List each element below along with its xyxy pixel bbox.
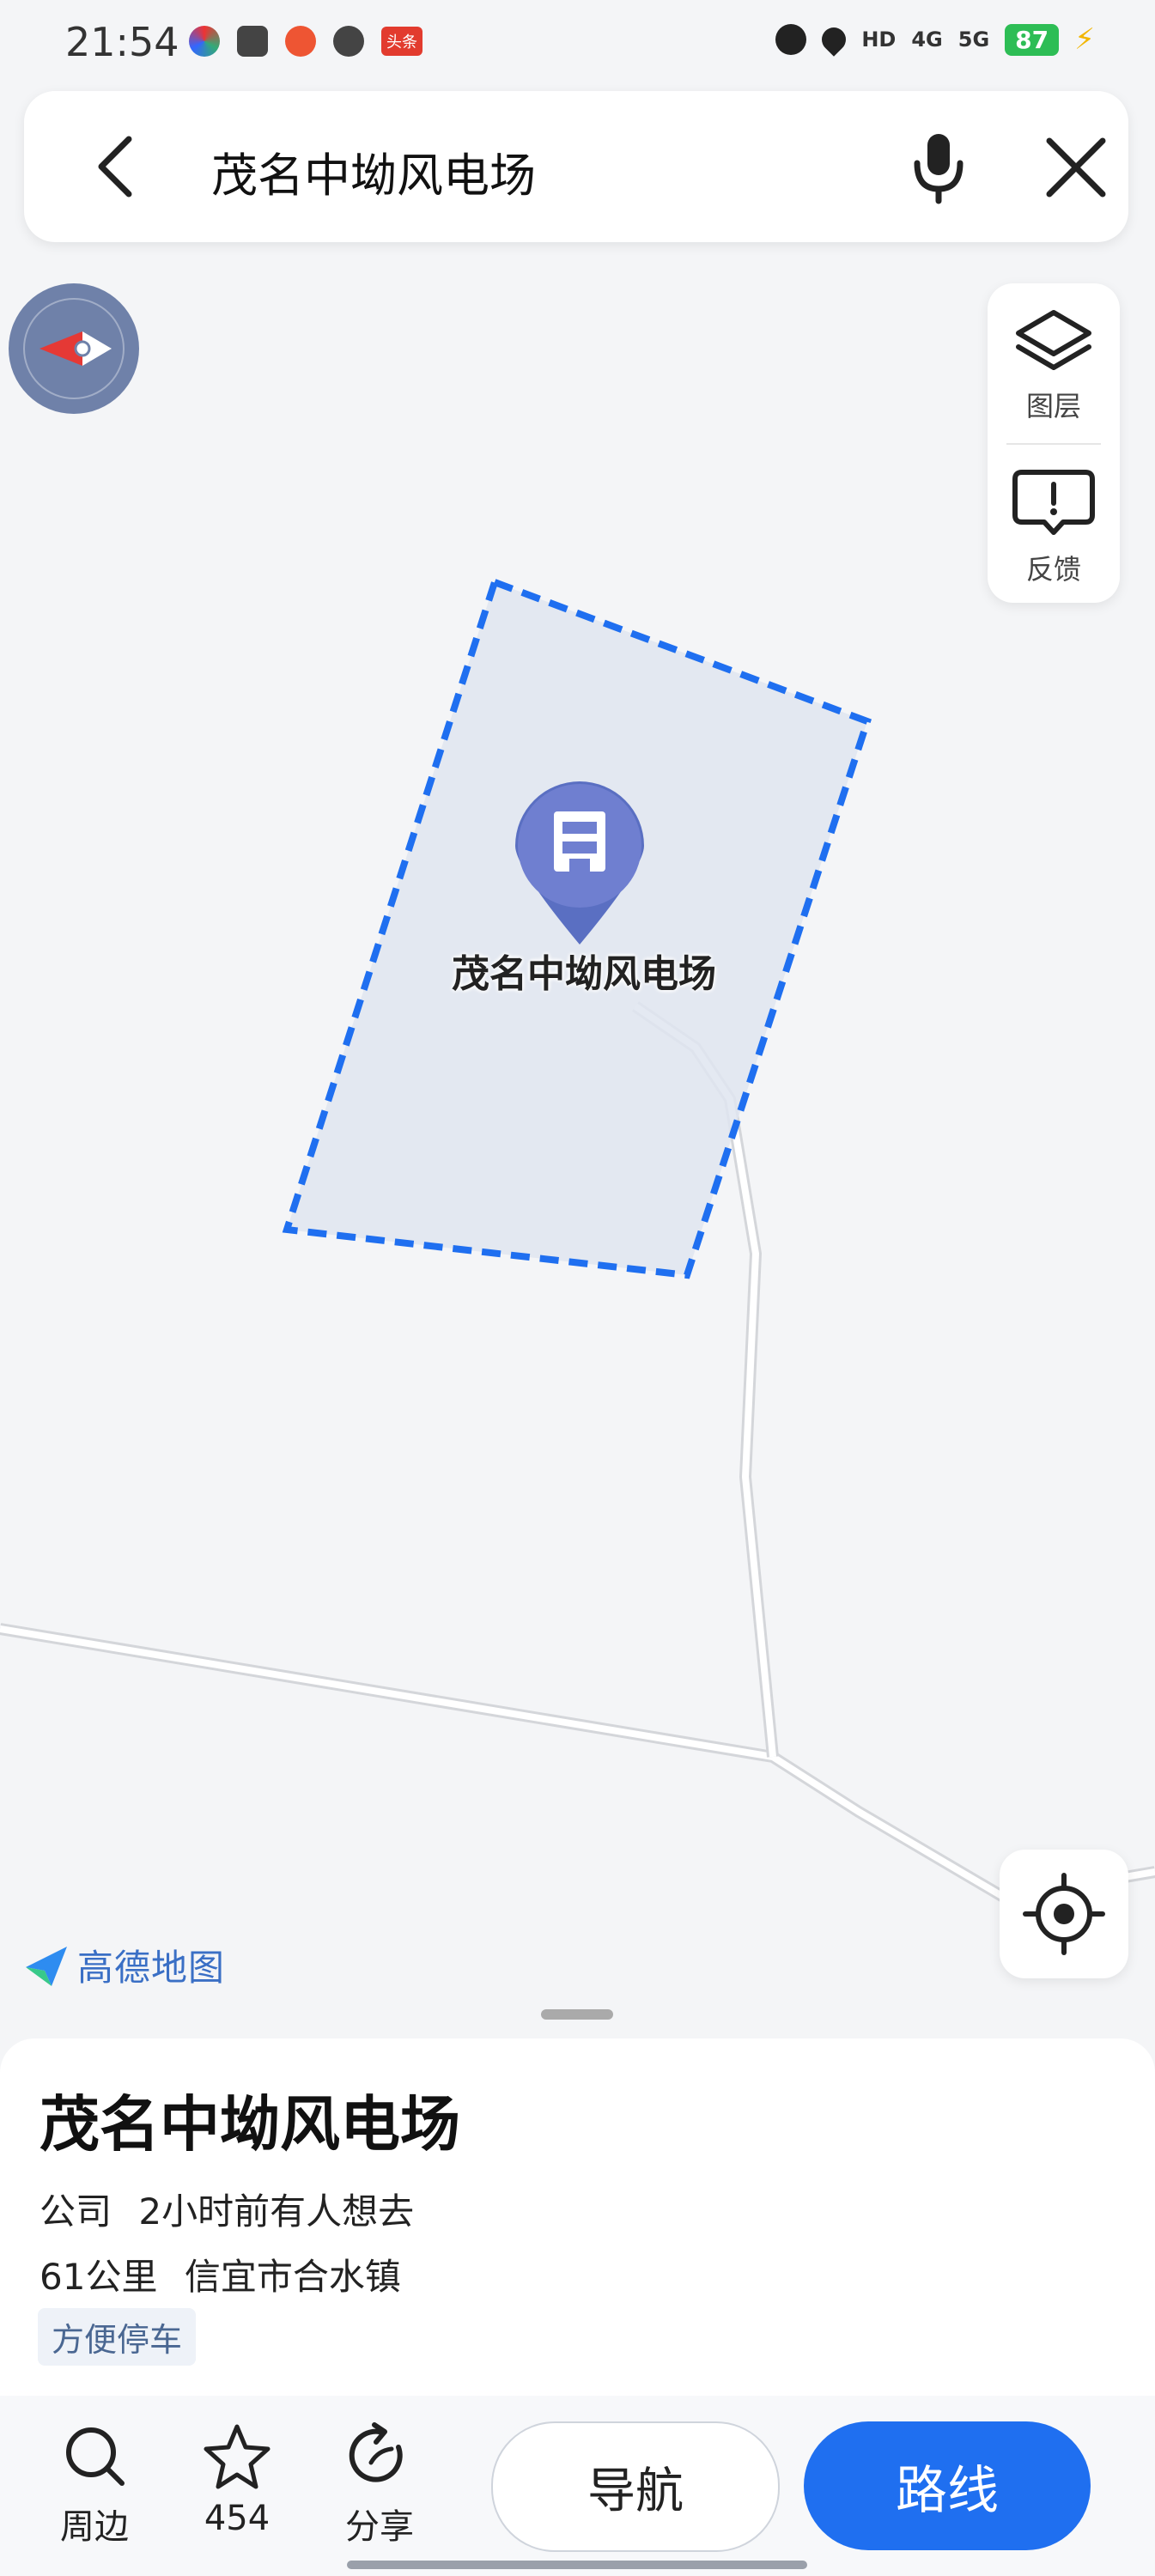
back-button[interactable]	[84, 132, 153, 201]
map-graphics	[0, 577, 1155, 1905]
poi-address: 信宜市合水镇	[184, 2256, 401, 2298]
map-tools-panel: 图层 反馈	[988, 283, 1120, 603]
divider	[1006, 443, 1101, 445]
notification-icons: 头条	[189, 26, 422, 57]
poi-title: 茂名中坳风电场	[40, 2089, 460, 2160]
app-map-pin-icon	[285, 26, 316, 57]
my-location-button[interactable]	[1000, 1850, 1128, 1978]
layers-button[interactable]: 图层	[988, 283, 1120, 438]
search-input[interactable]: 茂名中坳风电场	[211, 137, 536, 205]
app-speed-icon	[333, 26, 364, 57]
favorite-count: 454	[204, 2499, 271, 2538]
road	[0, 1625, 1155, 1902]
star-icon	[204, 2424, 271, 2489]
hd-label: HD	[861, 27, 897, 52]
poi-tag: 方便停车	[38, 2308, 197, 2366]
signal-5g-label: 5G	[957, 27, 990, 52]
action-bar: 周边 454 分享 导航 路线	[0, 2396, 1155, 2576]
status-time: 21:54	[65, 19, 179, 65]
feedback-icon	[1012, 470, 1095, 535]
map-canvas[interactable]	[0, 258, 1155, 2044]
share-icon	[349, 2422, 403, 2482]
close-icon	[1046, 137, 1106, 197]
search-icon	[66, 2427, 125, 2486]
amap-logo: 高德地图	[22, 1939, 225, 1991]
layers-label: 图层	[1025, 390, 1081, 422]
app-circle-icon	[189, 26, 220, 57]
search-bar: 茂名中坳风电场	[24, 91, 1128, 242]
app-message-icon	[237, 26, 268, 57]
feedback-button[interactable]: 反馈	[988, 447, 1120, 601]
microphone-icon	[914, 134, 964, 204]
layers-icon	[1016, 310, 1091, 370]
crosshair-icon	[1023, 1873, 1105, 1955]
voice-search-button[interactable]	[900, 129, 977, 206]
app-toutiao-icon: 头条	[381, 27, 422, 56]
status-bar: 21:54 头条 HD 4G 5G 87 ⚡	[0, 0, 1155, 86]
poi-category: 公司	[40, 2190, 112, 2233]
amap-brand-text: 高德地图	[77, 1947, 226, 1989]
poi-location-line: 61公里 信宜市合水镇	[40, 2248, 401, 2300]
map-pin-label[interactable]: 茂名中坳风电场	[429, 943, 739, 998]
navigate-button[interactable]: 导航	[491, 2421, 780, 2552]
feedback-label: 反馈	[1025, 553, 1081, 586]
system-status: HD 4G 5G 87 ⚡	[775, 22, 1095, 57]
signal-4g-label: 4G	[911, 27, 943, 52]
alarm-icon	[775, 24, 807, 55]
favorite-button[interactable]: 454	[185, 2421, 289, 2538]
compass-icon	[23, 298, 125, 399]
share-button[interactable]: 分享	[328, 2421, 431, 2549]
battery-indicator: 87	[1005, 23, 1060, 56]
sheet-drag-handle[interactable]	[541, 2009, 613, 2020]
chevron-left-icon	[98, 136, 132, 197]
nearby-button[interactable]: 周边	[43, 2421, 146, 2549]
road	[0, 1623, 1155, 1905]
poi-distance: 61公里	[40, 2256, 158, 2298]
charging-icon: ⚡	[1074, 22, 1095, 57]
nearby-label: 周边	[60, 2507, 129, 2547]
poi-visit-hint: 2小时前有人想去	[138, 2190, 415, 2233]
compass-button[interactable]	[9, 283, 139, 414]
poi-meta-line: 公司 2小时前有人想去	[40, 2183, 414, 2235]
location-icon	[817, 22, 852, 57]
route-button[interactable]: 路线	[804, 2421, 1091, 2550]
home-indicator[interactable]	[347, 2561, 807, 2569]
clear-search-button[interactable]	[1037, 129, 1115, 206]
share-label: 分享	[345, 2507, 414, 2547]
amap-logo-icon	[26, 1946, 67, 1986]
